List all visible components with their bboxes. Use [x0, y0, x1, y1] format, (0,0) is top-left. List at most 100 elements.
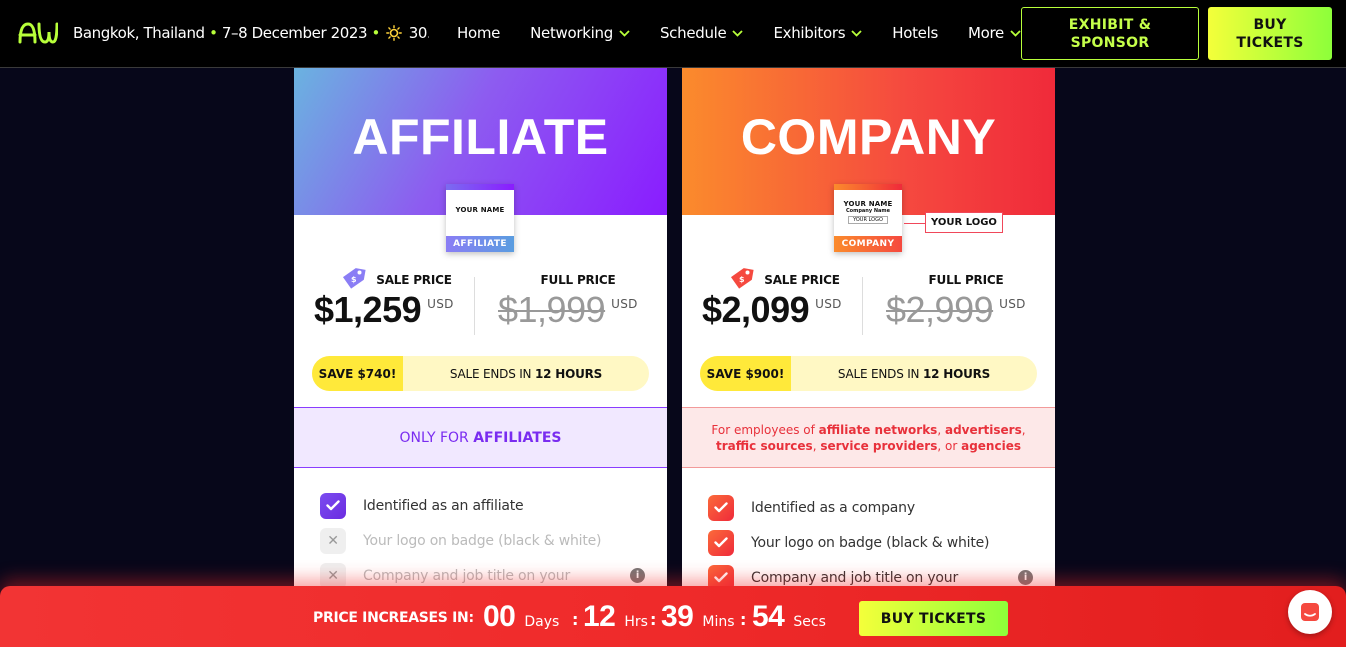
- save-banner: SAVE $740! SALE ENDS IN 12 HOURS: [312, 356, 649, 391]
- full-price: $2,999 USD: [886, 289, 1046, 331]
- full-price-label: FULL PRICE: [928, 273, 1004, 287]
- menu-exhibitors[interactable]: Exhibitors: [773, 24, 862, 42]
- audience-note: For employees of affiliate networks, adv…: [682, 407, 1055, 468]
- badge-company: Company Name: [846, 208, 890, 214]
- badge-footer: COMPANY: [834, 236, 902, 252]
- days-value: 00: [483, 600, 516, 633]
- x-icon: ✕: [320, 562, 346, 589]
- buy-tickets-bottom-button[interactable]: BUY TICKETS: [859, 601, 1008, 636]
- audience-highlight: traffic sources: [716, 438, 813, 453]
- separator-dot: •: [371, 24, 381, 42]
- chat-icon: [1301, 603, 1319, 621]
- hours-value: 12: [583, 600, 616, 633]
- chat-launcher[interactable]: [1288, 590, 1332, 634]
- menu-label: Networking: [530, 24, 613, 42]
- sale-label-text: SALE PRICE: [376, 273, 452, 287]
- feature-item: ✕ Your logo on badge (black & white): [320, 523, 650, 558]
- menu-hotels[interactable]: Hotels: [892, 24, 938, 42]
- sale-price: $1,259 USD: [314, 289, 474, 331]
- menu-label: More: [967, 24, 1004, 42]
- audience-highlight: advertisers: [944, 422, 1022, 437]
- countdown-hours: 12 Hrs: [583, 600, 648, 634]
- full-amount: $1,999: [498, 289, 606, 330]
- sale-price: $2,099 USD: [702, 289, 862, 331]
- chevron-down-icon: [732, 29, 744, 37]
- menu-label: Exhibitors: [773, 24, 846, 42]
- full-price-label: FULL PRICE: [540, 273, 616, 287]
- ends-prefix: SALE ENDS IN: [449, 366, 532, 381]
- mins-value: 39: [661, 600, 694, 633]
- sun-icon: [386, 25, 403, 41]
- audience-text-part: For employees of: [711, 422, 819, 437]
- event-location: Bangkok, Thailand: [73, 24, 205, 42]
- full-amount: $2,999: [886, 289, 994, 330]
- ends-value: 12 HOURS: [922, 366, 991, 381]
- event-dates: 7–8 December 2023: [221, 24, 368, 42]
- card-title: AFFILIATE: [352, 109, 609, 165]
- countdown-days: 00 Days: [483, 600, 559, 634]
- x-icon: ✕: [320, 527, 346, 554]
- audience-highlight: service providers: [820, 438, 938, 453]
- menu-label: Home: [457, 24, 501, 42]
- check-icon: [320, 492, 346, 519]
- sale-price-block: $ SALE PRICE $2,099 USD: [702, 268, 862, 331]
- full-price-block: FULL PRICE $2,999 USD: [886, 273, 1046, 331]
- feature-item: Identified as a company: [708, 490, 1038, 525]
- event-info: Bangkok, Thailand • 7–8 December 2023 • …: [73, 24, 429, 42]
- menu-label: Schedule: [659, 24, 727, 42]
- save-amount-pill: SAVE $740!: [312, 356, 403, 391]
- audience-text-part: ,: [937, 422, 945, 437]
- save-amount-pill: SAVE $900!: [700, 356, 791, 391]
- countdown-secs: 54 Secs: [752, 600, 826, 634]
- badge-footer: AFFILIATE: [446, 236, 514, 252]
- ends-prefix: SALE ENDS IN: [837, 366, 920, 381]
- audience-text-part: , or: [937, 438, 962, 453]
- badge-preview: YOUR NAME AFFILIATE: [446, 184, 514, 252]
- price-section: $ SALE PRICE $1,259 USD FULL PRICE $1,999…: [294, 268, 667, 343]
- currency: USD: [999, 297, 1026, 311]
- affiliate-ticket-card: AFFILIATE YOUR NAME AFFILIATE $ SALE PRI…: [294, 68, 667, 598]
- buy-tickets-button[interactable]: BUY TICKETS: [1208, 7, 1332, 60]
- feature-label: Company and job title on your: [751, 569, 959, 586]
- save-banner: SAVE $900! SALE ENDS IN 12 HOURS: [700, 356, 1037, 391]
- chevron-down-icon: [619, 29, 630, 37]
- aw-logo-icon[interactable]: [18, 20, 58, 46]
- info-icon[interactable]: i: [1018, 570, 1033, 585]
- sale-price-block: $ SALE PRICE $1,259 USD: [314, 268, 474, 331]
- sale-label-text: SALE PRICE: [764, 273, 840, 287]
- audience-highlight: AFFILIATES: [473, 429, 562, 446]
- countdown-bar: PRICE INCREASES IN: 00 Days : 12 Hrs : 39 M…: [0, 586, 1346, 647]
- badge-name: YOUR NAME: [843, 200, 893, 208]
- ends-value: 12 HOURS: [534, 366, 603, 381]
- chevron-down-icon: [1010, 29, 1021, 37]
- audience-highlight: affiliate networks: [818, 422, 938, 437]
- sale-amount: $2,099: [702, 289, 810, 330]
- countdown-label: PRICE INCREASES IN:: [313, 610, 474, 626]
- feature-label: Identified as an affiliate: [363, 497, 524, 514]
- menu-more[interactable]: More: [968, 24, 1021, 42]
- separator-dot: •: [209, 24, 218, 42]
- menu-schedule[interactable]: Schedule: [660, 24, 744, 42]
- badge-top-bar: [834, 184, 902, 190]
- audience-text-part: ,: [1021, 422, 1026, 437]
- svg-text:$: $: [739, 275, 745, 284]
- currency: USD: [427, 297, 454, 311]
- mins-unit: Mins: [702, 614, 735, 630]
- hours-unit: Hrs: [624, 614, 648, 630]
- check-icon: [708, 494, 734, 521]
- chevron-down-icon: [851, 29, 862, 37]
- sale-price-label: $ SALE PRICE: [702, 268, 862, 289]
- your-logo-callout: YOUR LOGO: [925, 212, 1003, 233]
- badge-name: YOUR NAME: [455, 206, 505, 214]
- menu-networking[interactable]: Networking: [530, 24, 630, 42]
- days-unit: Days: [524, 614, 560, 630]
- info-icon[interactable]: i: [630, 568, 645, 583]
- feature-list: Identified as a company Your logo on bad…: [708, 490, 1038, 595]
- countdown-colon: :: [572, 610, 579, 629]
- feature-list: Identified as an affiliate ✕ Your logo o…: [320, 488, 650, 593]
- sale-price-label: $ SALE PRICE: [314, 268, 474, 289]
- exhibit-sponsor-button[interactable]: EXHIBIT & SPONSOR: [1021, 7, 1199, 60]
- menu-home[interactable]: Home: [457, 24, 500, 42]
- badge-top-bar: [446, 184, 514, 190]
- currency: USD: [611, 297, 638, 311]
